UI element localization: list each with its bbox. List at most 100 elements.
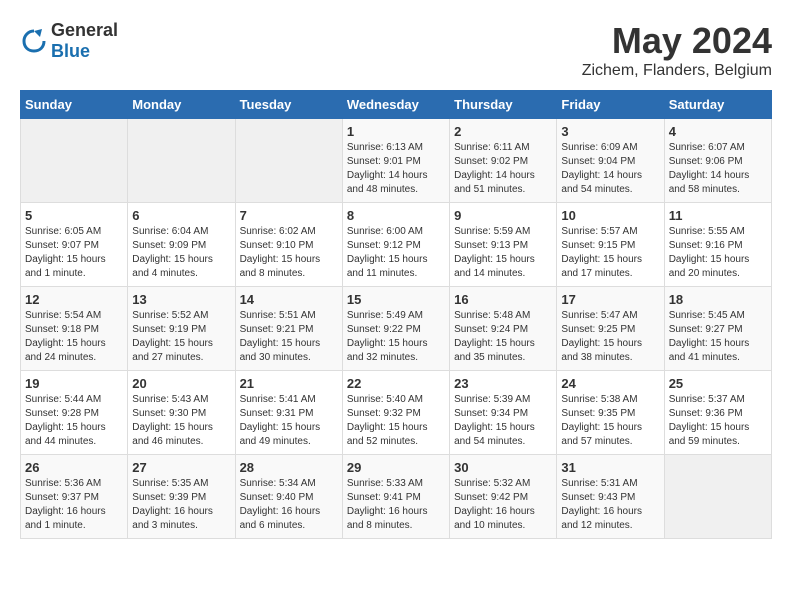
calendar-cell: 30 Sunrise: 5:32 AM Sunset: 9:42 PM Dayli… bbox=[450, 455, 557, 539]
title-block: May 2024 Zichem, Flanders, Belgium bbox=[582, 20, 772, 80]
calendar-cell: 27Sunrise: 5:35 AM Sunset: 9:39 PM Dayli… bbox=[128, 455, 235, 539]
calendar-cell: 31Sunrise: 5:31 AM Sunset: 9:43 PM Dayli… bbox=[557, 455, 664, 539]
day-detail: Sunrise: 5:37 AM Sunset: 9:36 PM Dayligh… bbox=[669, 393, 767, 449]
week-row-4: 19 Sunrise: 5:44 AM Sunset: 9:28 PM Dayli… bbox=[21, 371, 772, 455]
calendar-cell: 11 Sunrise: 5:55 AM Sunset: 9:16 PM Dayli… bbox=[664, 203, 771, 287]
day-number: 13 bbox=[132, 292, 230, 307]
day-detail: Sunrise: 6:04 AM Sunset: 9:09 PM Dayligh… bbox=[132, 225, 230, 281]
logo-blue: Blue bbox=[51, 41, 90, 61]
calendar-cell: 20Sunrise: 5:43 AM Sunset: 9:30 PM Dayli… bbox=[128, 371, 235, 455]
day-detail: Sunrise: 5:47 AM Sunset: 9:25 PM Dayligh… bbox=[561, 309, 659, 365]
day-number: 7 bbox=[240, 208, 338, 223]
day-number: 3 bbox=[561, 124, 659, 139]
calendar-cell: 25 Sunrise: 5:37 AM Sunset: 9:36 PM Dayli… bbox=[664, 371, 771, 455]
calendar-cell: 7 Sunrise: 6:02 AM Sunset: 9:10 PM Daylig… bbox=[235, 203, 342, 287]
day-number: 19 bbox=[25, 376, 123, 391]
day-number: 6 bbox=[132, 208, 230, 223]
day-detail: Sunrise: 6:07 AM Sunset: 9:06 PM Dayligh… bbox=[669, 141, 767, 197]
calendar-cell: 13 Sunrise: 5:52 AM Sunset: 9:19 PM Dayli… bbox=[128, 287, 235, 371]
calendar-cell: 5Sunrise: 6:05 AM Sunset: 9:07 PM Daylig… bbox=[21, 203, 128, 287]
day-number: 15 bbox=[347, 292, 445, 307]
day-detail: Sunrise: 5:34 AM Sunset: 9:40 PM Dayligh… bbox=[240, 477, 338, 533]
day-detail: Sunrise: 5:33 AM Sunset: 9:41 PM Dayligh… bbox=[347, 477, 445, 533]
day-number: 9 bbox=[454, 208, 552, 223]
calendar-cell: 1Sunrise: 6:13 AM Sunset: 9:01 PM Daylig… bbox=[342, 119, 449, 203]
calendar-cell: 8 Sunrise: 6:00 AM Sunset: 9:12 PM Daylig… bbox=[342, 203, 449, 287]
day-detail: Sunrise: 5:39 AM Sunset: 9:34 PM Dayligh… bbox=[454, 393, 552, 449]
day-number: 27 bbox=[132, 460, 230, 475]
day-detail: Sunrise: 6:11 AM Sunset: 9:02 PM Dayligh… bbox=[454, 141, 552, 197]
day-number: 16 bbox=[454, 292, 552, 307]
calendar-header-row: SundayMondayTuesdayWednesdayThursdayFrid… bbox=[21, 91, 772, 119]
day-number: 4 bbox=[669, 124, 767, 139]
day-detail: Sunrise: 5:32 AM Sunset: 9:42 PM Dayligh… bbox=[454, 477, 552, 533]
day-number: 18 bbox=[669, 292, 767, 307]
calendar-cell bbox=[128, 119, 235, 203]
calendar-cell: 6 Sunrise: 6:04 AM Sunset: 9:09 PM Daylig… bbox=[128, 203, 235, 287]
calendar-table: SundayMondayTuesdayWednesdayThursdayFrid… bbox=[20, 90, 772, 539]
week-row-3: 12Sunrise: 5:54 AM Sunset: 9:18 PM Dayli… bbox=[21, 287, 772, 371]
logo-icon bbox=[20, 27, 48, 55]
header-monday: Monday bbox=[128, 91, 235, 119]
calendar-cell: 29 Sunrise: 5:33 AM Sunset: 9:41 PM Dayli… bbox=[342, 455, 449, 539]
day-detail: Sunrise: 6:02 AM Sunset: 9:10 PM Dayligh… bbox=[240, 225, 338, 281]
week-row-2: 5Sunrise: 6:05 AM Sunset: 9:07 PM Daylig… bbox=[21, 203, 772, 287]
day-number: 25 bbox=[669, 376, 767, 391]
day-detail: Sunrise: 6:09 AM Sunset: 9:04 PM Dayligh… bbox=[561, 141, 659, 197]
day-detail: Sunrise: 5:55 AM Sunset: 9:16 PM Dayligh… bbox=[669, 225, 767, 281]
header-thursday: Thursday bbox=[450, 91, 557, 119]
calendar-cell: 19 Sunrise: 5:44 AM Sunset: 9:28 PM Dayli… bbox=[21, 371, 128, 455]
day-number: 26 bbox=[25, 460, 123, 475]
calendar-cell: 14 Sunrise: 5:51 AM Sunset: 9:21 PM Dayli… bbox=[235, 287, 342, 371]
day-detail: Sunrise: 5:31 AM Sunset: 9:43 PM Dayligh… bbox=[561, 477, 659, 533]
calendar-cell: 26 Sunrise: 5:36 AM Sunset: 9:37 PM Dayli… bbox=[21, 455, 128, 539]
calendar-cell: 2 Sunrise: 6:11 AM Sunset: 9:02 PM Daylig… bbox=[450, 119, 557, 203]
calendar-cell: 10 Sunrise: 5:57 AM Sunset: 9:15 PM Dayli… bbox=[557, 203, 664, 287]
day-number: 1 bbox=[347, 124, 445, 139]
header-wednesday: Wednesday bbox=[342, 91, 449, 119]
calendar-cell: 16 Sunrise: 5:48 AM Sunset: 9:24 PM Dayli… bbox=[450, 287, 557, 371]
header-friday: Friday bbox=[557, 91, 664, 119]
calendar-cell bbox=[664, 455, 771, 539]
day-detail: Sunrise: 5:38 AM Sunset: 9:35 PM Dayligh… bbox=[561, 393, 659, 449]
day-detail: Sunrise: 6:00 AM Sunset: 9:12 PM Dayligh… bbox=[347, 225, 445, 281]
day-number: 21 bbox=[240, 376, 338, 391]
day-number: 17 bbox=[561, 292, 659, 307]
logo: General Blue bbox=[20, 20, 118, 62]
day-number: 29 bbox=[347, 460, 445, 475]
logo-text: General Blue bbox=[51, 20, 118, 62]
day-number: 11 bbox=[669, 208, 767, 223]
calendar-cell: 17 Sunrise: 5:47 AM Sunset: 9:25 PM Dayli… bbox=[557, 287, 664, 371]
day-number: 24 bbox=[561, 376, 659, 391]
day-detail: Sunrise: 6:05 AM Sunset: 9:07 PM Dayligh… bbox=[25, 225, 123, 281]
page-header: General Blue May 2024 Zichem, Flanders, … bbox=[20, 20, 772, 80]
day-detail: Sunrise: 5:52 AM Sunset: 9:19 PM Dayligh… bbox=[132, 309, 230, 365]
day-detail: Sunrise: 5:51 AM Sunset: 9:21 PM Dayligh… bbox=[240, 309, 338, 365]
day-detail: Sunrise: 5:41 AM Sunset: 9:31 PM Dayligh… bbox=[240, 393, 338, 449]
day-number: 30 bbox=[454, 460, 552, 475]
month-title: May 2024 bbox=[582, 20, 772, 62]
calendar-cell: 24 Sunrise: 5:38 AM Sunset: 9:35 PM Dayli… bbox=[557, 371, 664, 455]
day-detail: Sunrise: 5:36 AM Sunset: 9:37 PM Dayligh… bbox=[25, 477, 123, 533]
header-tuesday: Tuesday bbox=[235, 91, 342, 119]
day-number: 14 bbox=[240, 292, 338, 307]
calendar-cell: 18Sunrise: 5:45 AM Sunset: 9:27 PM Dayli… bbox=[664, 287, 771, 371]
calendar-cell: 21 Sunrise: 5:41 AM Sunset: 9:31 PM Dayli… bbox=[235, 371, 342, 455]
day-detail: Sunrise: 5:44 AM Sunset: 9:28 PM Dayligh… bbox=[25, 393, 123, 449]
calendar-cell: 4 Sunrise: 6:07 AM Sunset: 9:06 PM Daylig… bbox=[664, 119, 771, 203]
calendar-cell: 12Sunrise: 5:54 AM Sunset: 9:18 PM Dayli… bbox=[21, 287, 128, 371]
day-number: 8 bbox=[347, 208, 445, 223]
day-detail: Sunrise: 5:57 AM Sunset: 9:15 PM Dayligh… bbox=[561, 225, 659, 281]
day-number: 10 bbox=[561, 208, 659, 223]
calendar-cell bbox=[21, 119, 128, 203]
header-saturday: Saturday bbox=[664, 91, 771, 119]
week-row-1: 1Sunrise: 6:13 AM Sunset: 9:01 PM Daylig… bbox=[21, 119, 772, 203]
day-detail: Sunrise: 5:40 AM Sunset: 9:32 PM Dayligh… bbox=[347, 393, 445, 449]
day-detail: Sunrise: 5:48 AM Sunset: 9:24 PM Dayligh… bbox=[454, 309, 552, 365]
calendar-cell bbox=[235, 119, 342, 203]
day-number: 22 bbox=[347, 376, 445, 391]
header-sunday: Sunday bbox=[21, 91, 128, 119]
day-number: 2 bbox=[454, 124, 552, 139]
calendar-cell: 22 Sunrise: 5:40 AM Sunset: 9:32 PM Dayli… bbox=[342, 371, 449, 455]
day-number: 12 bbox=[25, 292, 123, 307]
